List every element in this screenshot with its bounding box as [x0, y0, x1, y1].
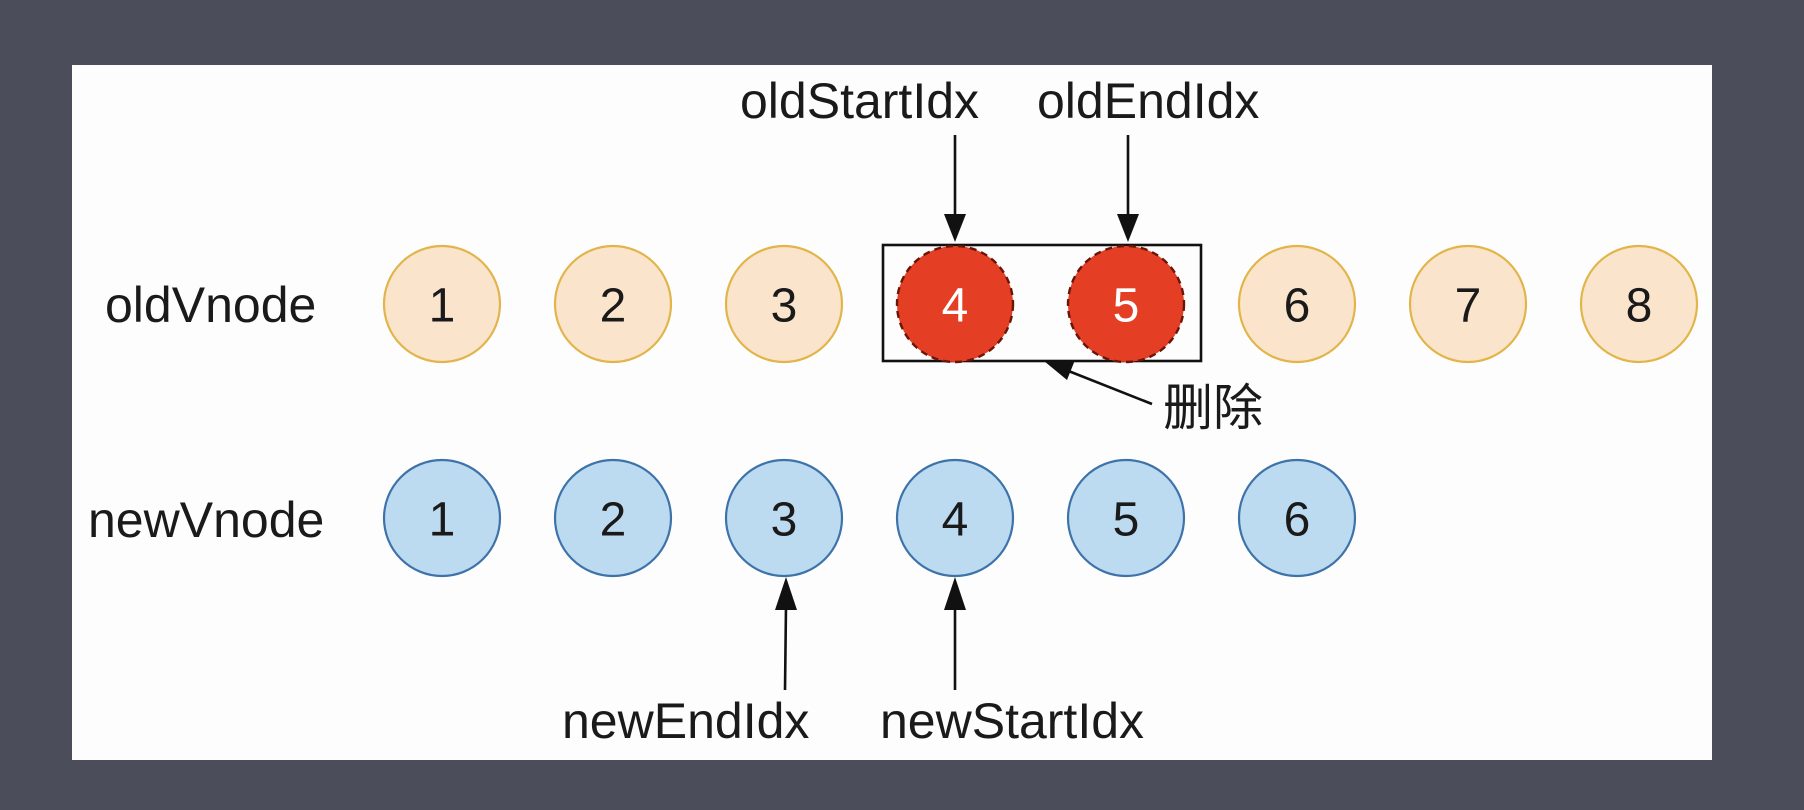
new-vnode-node-3: 3 [724, 458, 844, 578]
old-vnode-node-4: 4 [895, 244, 1015, 364]
old-vnode-label: oldVnode [105, 277, 316, 333]
old-end-idx-label: oldEndIdx [1037, 73, 1259, 129]
old-vnode-node-label: 7 [1455, 280, 1482, 333]
old-vnode-node-label: 2 [600, 280, 627, 333]
new-vnode-node-1: 1 [382, 458, 502, 578]
new-vnode-node-label: 3 [771, 494, 798, 547]
old-vnode-node-7: 7 [1408, 244, 1528, 364]
new-start-idx-label: newStartIdx [880, 693, 1144, 749]
new-vnode-node-label: 2 [600, 494, 627, 547]
new-vnode-node-6: 6 [1237, 458, 1357, 578]
old-vnode-node-6: 6 [1237, 244, 1357, 364]
old-vnode-node-2: 2 [553, 244, 673, 364]
old-vnode-node-1: 1 [382, 244, 502, 364]
new-vnode-node-5: 5 [1066, 458, 1186, 578]
old-vnode-node-3: 3 [724, 244, 844, 364]
old-start-idx-label: oldStartIdx [740, 73, 979, 129]
new-vnode-node-4: 4 [895, 458, 1015, 578]
old-vnode-node-8: 8 [1579, 244, 1699, 364]
old-vnode-node-label: 8 [1626, 280, 1653, 333]
old-vnode-node-label: 6 [1284, 280, 1311, 333]
old-vnode-node-5: 5 [1066, 244, 1186, 364]
vnode-diff-diagram: oldVnode newVnode oldStartIdx oldEndIdx … [72, 65, 1712, 760]
old-vnode-node-label: 4 [942, 280, 969, 333]
new-vnode-node-label: 5 [1113, 494, 1140, 547]
new-vnode-node-label: 4 [942, 494, 969, 547]
new-vnode-label: newVnode [88, 492, 324, 548]
delete-note: 删除 [1163, 380, 1263, 436]
new-vnode-node-label: 6 [1284, 494, 1311, 547]
diagram-panel [72, 65, 1712, 760]
old-vnode-node-label: 3 [771, 280, 798, 333]
old-vnode-node-label: 1 [429, 280, 456, 333]
new-end-idx-label: newEndIdx [562, 693, 809, 749]
new-vnode-node-label: 1 [429, 494, 456, 547]
new-vnode-node-2: 2 [553, 458, 673, 578]
old-vnode-node-label: 5 [1113, 280, 1140, 333]
